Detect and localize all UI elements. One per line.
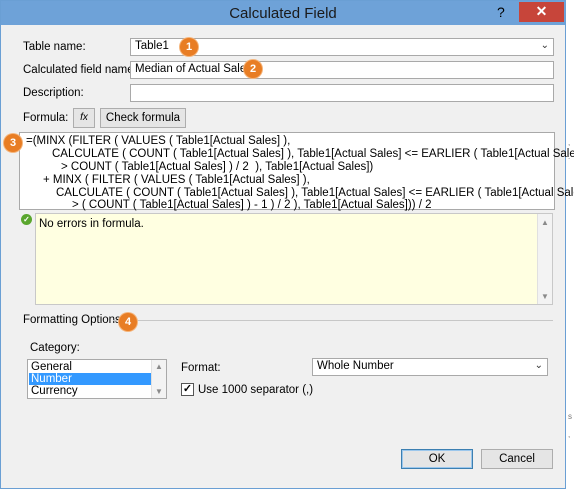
formula-label: Formula: (23, 112, 69, 124)
success-check-icon: ✓ (21, 214, 32, 225)
category-item-number[interactable]: Number (29, 373, 151, 385)
dialog-title: Calculated Field (229, 5, 337, 22)
formula-line: + MINX ( FILTER ( VALUES ( Table1[Actual… (43, 174, 310, 186)
function-icon: fx (80, 112, 88, 123)
description-input[interactable] (130, 84, 554, 102)
callout-badge-1: 1 (180, 38, 198, 56)
cancel-button[interactable]: Cancel (481, 449, 553, 469)
format-label: Format: (181, 362, 221, 374)
formula-line: > COUNT ( Table1[Actual Sales] ) / 2 ), … (61, 161, 374, 173)
help-button[interactable]: ? (497, 4, 505, 20)
status-message: No errors in formula. (39, 218, 144, 230)
check-formula-button[interactable]: Check formula (100, 108, 186, 128)
checkmark-icon: ✓ (182, 383, 193, 395)
scroll-up-icon[interactable]: ▲ (155, 362, 163, 371)
category-item-currency[interactable]: Currency (29, 385, 151, 397)
category-item-general[interactable]: General (29, 361, 151, 373)
background-fragment: , (568, 430, 571, 439)
calculated-field-name-label: Calculated field name: (23, 64, 137, 76)
formatting-options-header: Formatting Options (23, 314, 121, 326)
formula-status-box: No errors in formula. ▲ ▼ (35, 213, 553, 305)
calculated-field-dialog: Calculated Field ? ✕ Table name: Table1 … (0, 0, 574, 489)
scroll-down-icon[interactable]: ▼ (155, 387, 163, 396)
calculated-field-name-input[interactable]: Median of Actual Sales (130, 61, 554, 79)
callout-badge-3: 3 (4, 134, 22, 152)
callout-badge-4: 4 (119, 313, 137, 331)
callout-badge-2: 2 (244, 60, 262, 78)
close-button[interactable]: ✕ (519, 2, 564, 22)
insert-function-button[interactable]: fx (73, 108, 95, 128)
ok-button[interactable]: OK (401, 449, 473, 469)
formula-line: > ( COUNT ( Table1[Actual Sales] ) - 1 )… (72, 199, 432, 211)
description-label: Description: (23, 87, 84, 99)
category-scrollbar[interactable]: ▲ ▼ (151, 360, 166, 398)
chevron-down-icon: ⌄ (534, 360, 543, 371)
background-fragment: , (568, 138, 571, 147)
format-dropdown[interactable]: Whole Number ⌄ (312, 358, 548, 376)
formula-line: CALCULATE ( COUNT ( Table1[Actual Sales]… (52, 148, 574, 160)
formula-editor[interactable]: =(MINX (FILTER ( VALUES ( Table1[Actual … (19, 132, 574, 211)
category-label: Category: (30, 342, 80, 354)
table-name-label: Table name: (23, 41, 86, 53)
status-scrollbar[interactable]: ▲ ▼ (537, 214, 552, 304)
scroll-up-icon[interactable]: ▲ (541, 218, 549, 227)
format-value: Whole Number (317, 360, 394, 372)
background-fragment: s (568, 412, 572, 421)
use-separator-label: Use 1000 separator (,) (198, 384, 314, 396)
scroll-down-icon[interactable]: ▼ (541, 292, 549, 301)
formula-line: =(MINX (FILTER ( VALUES ( Table1[Actual … (26, 135, 291, 147)
title-bar: Calculated Field ? ✕ (1, 1, 565, 25)
table-name-value: Table1 (135, 40, 169, 52)
section-divider (113, 320, 553, 321)
use-separator-checkbox[interactable]: ✓ (181, 383, 194, 396)
category-listbox[interactable]: General Number Currency ▲ ▼ (27, 359, 167, 399)
chevron-down-icon: ⌄ (540, 40, 549, 51)
